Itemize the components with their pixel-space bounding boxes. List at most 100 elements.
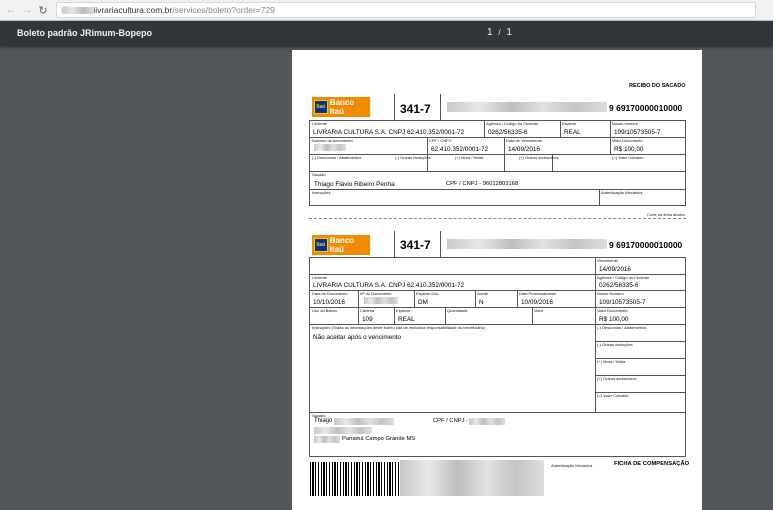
browser-toolbar: ← → ↻ ⓘ www.livrariacultura.com.br/servi… — [0, 0, 773, 21]
ficha-value-data-processamento: 10/09/2016 — [521, 299, 553, 306]
ficha-label-descontos: (-) Descontos / Abatimentos — [597, 325, 647, 330]
itau-mark: Itaú — [314, 100, 328, 114]
ficha-label-num-documento: Nº do Documento — [360, 291, 392, 296]
page-separator: / — [498, 28, 501, 37]
barcode-left — [310, 462, 400, 496]
ficha-label-vencimento: Vencimento — [597, 258, 618, 263]
ficha-value-carteira: 109 — [362, 316, 373, 323]
pdf-page: RECIBO DO SACADO Itaú Banco Itaú 341-7 9… — [292, 50, 702, 510]
label-valor-documento: Valor Documento — [612, 138, 643, 143]
ficha-value-vencimento: 14/09/2016 — [599, 266, 631, 273]
ficha-label-outras-deducoes: (-) Outras deduções — [597, 342, 633, 347]
ficha-label-autenticacao: Autenticação Mecânica — [551, 463, 593, 468]
barcode-redacted — [400, 460, 544, 496]
ficha-label-valor: Valor — [534, 308, 544, 313]
ficha-line-digits: 9 69170000010000 — [609, 240, 683, 250]
ficha-label-mora-multa: (+) Mora / Multa — [597, 359, 626, 364]
value-cedente: LIVRARIA CULTURA S.A. CNPJ 62.410.352/00… — [313, 129, 465, 136]
ficha-value-especie: REAL — [398, 316, 415, 323]
ficha-label-especie-doc: Espécie Doc. — [416, 291, 440, 296]
page-indicator: 1 / 1 — [487, 27, 512, 38]
ficha-num-documento-redacted — [364, 297, 398, 304]
bank-code: 341-7 — [400, 102, 431, 116]
ficha-value-instrucoes: Não aceitar após o vencimento — [313, 334, 402, 341]
ficha-label-valor-documento: Valor Documento — [597, 308, 628, 313]
logo-bank-name: Banco Itaú — [329, 98, 355, 116]
label-numero-documento: Número do documento — [312, 138, 353, 143]
ficha-value-sacado-endereco: Panamá Campo Grande MS — [342, 436, 416, 442]
label-autenticacao: Autenticação Mecânica — [601, 190, 643, 195]
ficha-value-sacado: Thiago — [314, 418, 333, 424]
ficha-label-aceite: Aceite — [477, 291, 489, 296]
label-agencia: Agência / Código do Cedente — [486, 121, 539, 126]
label-descontos: (-) Descontos / Abatimentos — [312, 155, 362, 160]
ficha-label-uso-banco: Uso do Banco — [312, 308, 338, 313]
sacado-street-redacted — [314, 427, 372, 434]
label-especie: Espécie — [562, 121, 577, 126]
cut-line — [309, 218, 686, 219]
label-instrucoes: Instruções — [312, 190, 331, 195]
url-path: /services/boleto?order=729 — [172, 5, 275, 15]
ficha-label-instrucoes: Instruções (Todas as informações deste b… — [312, 325, 486, 330]
value-sacado: Thiago Flávio Ribeiro Penha — [314, 181, 395, 188]
receipt-title: RECIBO DO SACADO — [629, 83, 686, 89]
line-digits-redacted — [447, 102, 607, 112]
ficha-value-valor-documento: R$ 100,00 — [599, 316, 629, 323]
itau-logo-ficha: Itaú Banco Itaú — [312, 235, 370, 255]
ficha-title: FICHA DE COMPENSAÇÃO — [614, 461, 690, 467]
url-redacted — [62, 6, 94, 14]
value-nosso-numero: 109/10573505-7 — [614, 129, 661, 136]
label-outras-deducoes: (-) Outras deduções — [395, 155, 431, 160]
forward-arrow-icon[interactable]: → — [20, 3, 34, 17]
reload-icon[interactable]: ↻ — [36, 3, 50, 17]
value-valor-documento: R$ 100,00 — [614, 146, 644, 153]
ficha-value-data-documento: 10/10/2016 — [313, 299, 345, 306]
numero-documento-redacted — [314, 144, 346, 151]
ficha-label-carteira: Carteira — [360, 308, 375, 313]
itau-logo: Itaú Banco Itaú — [312, 97, 370, 117]
value-especie: REAL — [564, 129, 581, 136]
ficha-label-agencia: Agência / Código do Cedente — [597, 275, 650, 280]
label-cpf-cnpj: CPF / CNPJ — [429, 138, 451, 143]
ficha-label-cedente: Cedente — [312, 275, 328, 280]
back-arrow-icon[interactable]: ← — [4, 3, 18, 17]
value-cpf-cnpj: 62.410.352/0001-72 — [431, 146, 489, 153]
value-agencia: 0262/56335-6 — [488, 129, 528, 136]
ficha-value-nosso-numero: 109/10573505-7 — [599, 299, 646, 306]
ficha-value-especie-doc: DM — [418, 299, 428, 306]
ficha-value-aceite: N — [479, 299, 484, 306]
ficha-label-data-processamento: Data Processamento — [519, 291, 557, 296]
cut-line-label: Corte na linha abaixo — [647, 212, 685, 217]
ficha-label-valor-cobrado: (=) Valor Cobrado — [597, 393, 629, 398]
pdf-title: Boleto padrão JRimum-Bopepo — [17, 28, 153, 38]
sacado-cep-redacted — [314, 436, 340, 443]
label-sacado: Sacado — [312, 172, 326, 177]
bank-code-ficha: 341-7 — [400, 238, 431, 252]
logo-bank-name-ficha: Banco Itaú — [329, 236, 355, 254]
sacado-name-redacted — [334, 418, 394, 425]
label-valor-cobrado: (=) Valor Cobrado — [612, 155, 644, 160]
ficha-label-quantidade: Quantidade — [447, 308, 468, 313]
ficha-label-especie: Espécie — [396, 308, 411, 313]
label-outros-acrescimos: (+) Outros acréscimos — [519, 155, 559, 160]
address-bar[interactable]: ⓘ www.livrariacultura.com.br/services/bo… — [56, 2, 756, 18]
page-current[interactable]: 1 — [487, 27, 493, 38]
sacado-cpf-redacted — [469, 418, 505, 425]
ficha-label-nosso-numero: Nosso Número — [597, 291, 624, 296]
ficha-label-outros-acrescimos: (+) Outros acréscimos — [597, 376, 637, 381]
receipt-line-digits: 9 69170000010000 — [609, 103, 683, 113]
ficha-label-data-documento: Data do Documento — [312, 291, 348, 296]
value-vencimento: 14/09/2016 — [508, 146, 540, 153]
ficha-value-cedente: LIVRARIA CULTURA S.A. CNPJ 62.410.352/00… — [313, 282, 465, 289]
label-cedente: Cedente — [312, 121, 328, 126]
itau-mark-ficha: Itaú — [314, 238, 328, 252]
ficha-label-sacado-cpf: CPF / CNPJ - — [433, 418, 469, 424]
ficha-value-agencia: 0262/56335-6 — [599, 282, 639, 289]
page-total: 1 — [506, 27, 512, 38]
label-mora-multa: (+) Mora / Multa — [455, 155, 484, 160]
label-vencimento: Data de Vencimento — [506, 138, 543, 143]
label-nosso-numero: Nosso número — [612, 121, 639, 126]
ficha-line-digits-redacted — [447, 239, 607, 249]
pdf-toolbar: Boleto padrão JRimum-Bopepo 1 / 1 — [0, 21, 773, 46]
value-sacado-cpf: CPF / CNPJ - 96012803168 — [446, 181, 519, 187]
